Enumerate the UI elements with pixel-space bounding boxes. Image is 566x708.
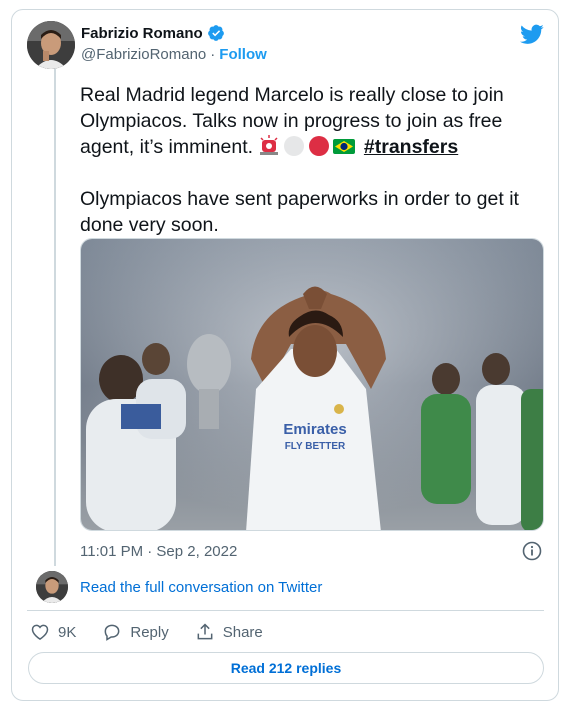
thread-line [54,66,56,566]
tweet-photo[interactable]: Emirates FLY BETTER [80,238,544,531]
reply-icon [104,624,120,641]
red-circle-emoji-icon [308,135,330,157]
share-icon [197,623,213,640]
author-name-row: Fabrizio Romano [81,24,225,42]
follow-link[interactable]: Follow [219,46,267,63]
siren-emoji-icon [258,135,280,157]
like-button[interactable]: 9K [30,622,76,642]
like-count: 9K [58,623,77,641]
reply-label: Reply [130,623,169,641]
hashtag-link[interactable]: #transfers [364,136,458,158]
svg-text:FLY BETTER: FLY BETTER [285,441,346,452]
read-replies-button[interactable]: Read 212 replies [28,652,544,684]
author-display-name[interactable]: Fabrizio Romano [81,25,203,42]
verified-badge-icon [207,24,225,42]
tweet-paragraph-1: Real Madrid legend Marcelo is really clo… [80,82,540,160]
heart-icon [31,624,49,640]
tweet-timestamp[interactable]: 11:01 PM · Sep 2, 2022 [80,543,237,560]
tweet-paragraph-2: Olympiacos have sent paperworks in order… [80,188,519,236]
tweet-actions: 9K Reply Share [30,622,289,642]
share-label: Share [222,623,263,641]
author-handle[interactable]: @FabrizioRomano [81,46,206,63]
avatar-small[interactable] [36,571,68,603]
avatar[interactable] [27,21,75,69]
divider [27,610,544,611]
white-circle-emoji-icon [283,135,305,157]
tweet-text: Real Madrid legend Marcelo is really clo… [80,82,540,264]
twitter-logo-icon[interactable] [520,22,544,46]
author-handle-row: @FabrizioRomano · Follow [81,46,267,63]
info-icon[interactable] [522,541,542,561]
svg-text:Emirates: Emirates [283,421,346,438]
share-button[interactable]: Share [195,622,263,642]
separator-dot: · [210,46,216,63]
brazil-flag-emoji-icon [333,135,356,157]
reply-button[interactable]: Reply [102,622,169,642]
read-conversation-link[interactable]: Read the full conversation on Twitter [80,579,322,596]
